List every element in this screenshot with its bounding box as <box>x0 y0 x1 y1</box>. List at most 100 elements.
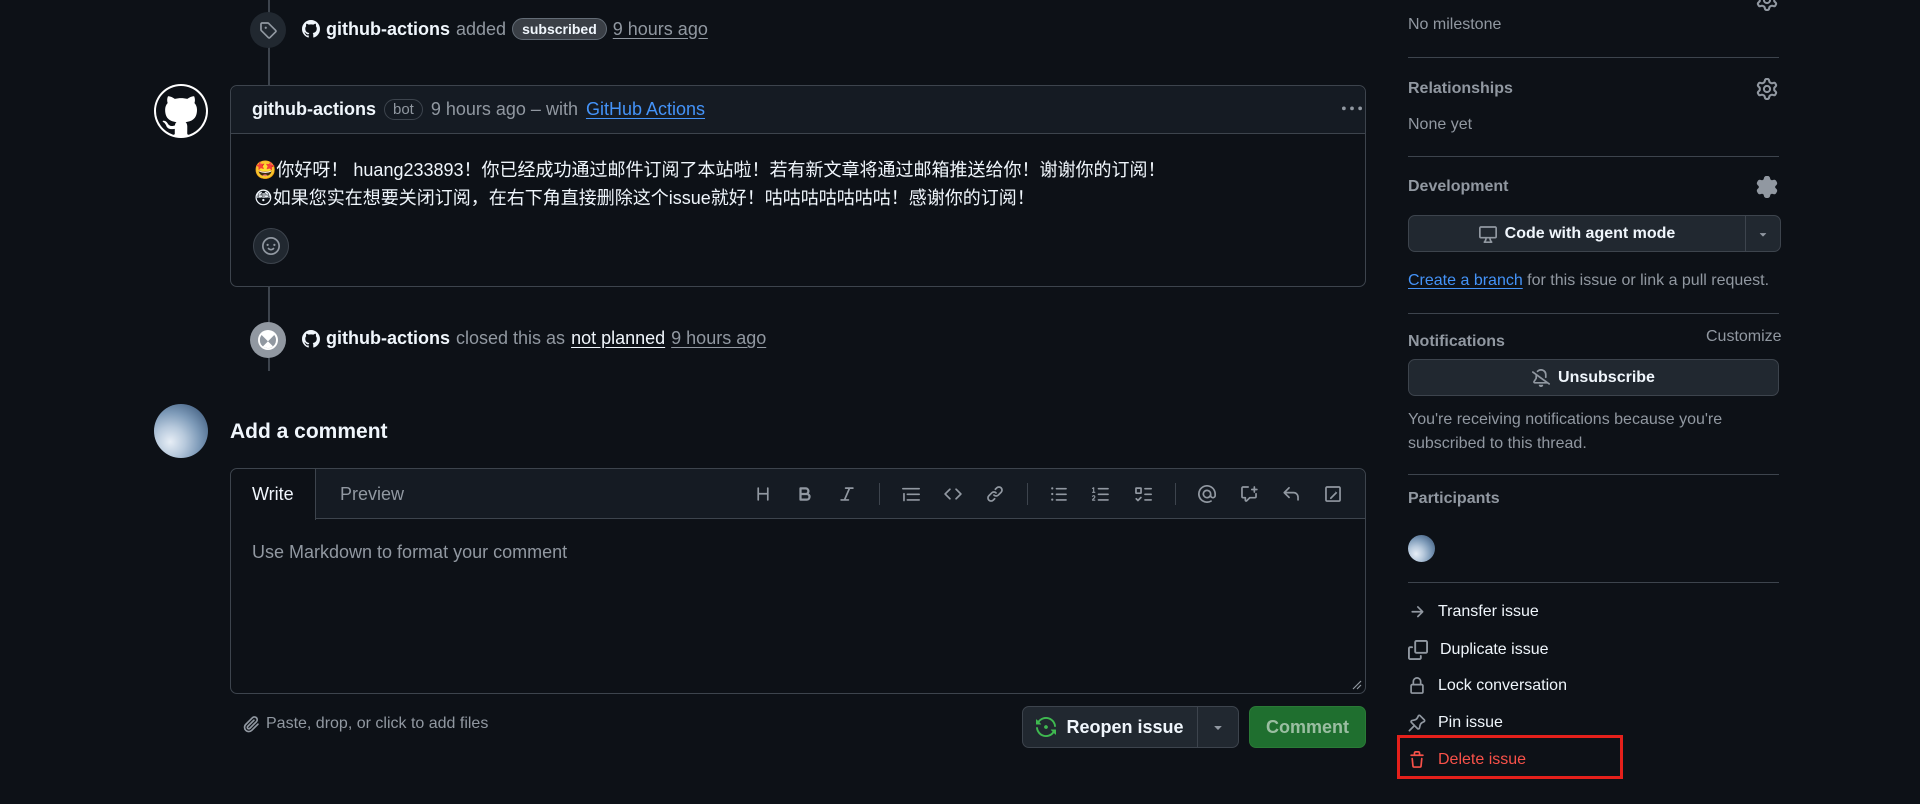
reopen-issue-button[interactable]: Reopen issue <box>1022 706 1198 748</box>
reopen-issue-label: Reopen issue <box>1066 716 1184 737</box>
toolbar-divider <box>1027 483 1028 505</box>
sidebar-divider <box>1408 582 1779 583</box>
unsubscribe-label: Unsubscribe <box>1558 368 1655 386</box>
comment-submit-label: Comment <box>1265 716 1349 737</box>
github-mark-icon <box>156 86 206 135</box>
label-pill-subscribed[interactable]: subscribed <box>512 18 607 40</box>
label-event-badge <box>250 12 286 48</box>
reopen-options-button[interactable] <box>1197 706 1239 748</box>
participants-title: Participants <box>1408 490 1500 507</box>
create-branch-text: Create a branch for this issue or link a… <box>1408 272 1769 290</box>
create-branch-rest: for this issue or link a pull request. <box>1522 272 1770 289</box>
add-reaction-button[interactable] <box>253 228 289 264</box>
lock-conversation-action[interactable]: Lock conversation <box>1408 677 1567 695</box>
notifications-reason-line: subscribed to this thread. <box>1408 435 1587 452</box>
heading-icon[interactable] <box>751 482 775 506</box>
comment-header: github-actions bot 9 hours ago – with Gi… <box>231 86 1365 134</box>
milestone-value: No milestone <box>1408 16 1502 33</box>
github-actions-link[interactable]: GitHub Actions <box>586 99 705 120</box>
label-event: github-actions added subscribed 9 hours … <box>302 18 708 40</box>
toolbar-divider <box>1175 483 1176 505</box>
pin-issue-action[interactable]: Pin issue <box>1408 714 1503 732</box>
tab-preview[interactable]: Preview <box>319 469 425 520</box>
duplicate-issue-label: Duplicate issue <box>1440 641 1549 658</box>
closed-event: github-actions closed this as not planne… <box>302 328 766 349</box>
notifications-reason-line: You're receiving notifications because y… <box>1408 411 1723 428</box>
unsubscribe-button[interactable]: Unsubscribe <box>1408 359 1779 396</box>
code-icon[interactable] <box>941 482 965 506</box>
create-branch-link[interactable]: Create a branch <box>1408 272 1523 289</box>
sidebar-divider <box>1408 57 1779 58</box>
bold-icon[interactable] <box>793 482 817 506</box>
kebab-menu-icon[interactable] <box>1341 98 1363 120</box>
avatar[interactable] <box>154 404 208 458</box>
event-timestamp[interactable]: 9 hours ago <box>671 328 766 349</box>
comment-line: 😳如果您实在想要关闭订阅，在右下角直接删除这个issue就好！咕咕咕咕咕咕咕！感… <box>254 188 1035 208</box>
pin-icon <box>1408 714 1426 732</box>
add-comment-heading: Add a comment <box>230 420 388 443</box>
unordered-list-icon[interactable] <box>1047 482 1071 506</box>
github-mark-icon <box>302 329 320 348</box>
smiley-icon <box>262 237 280 255</box>
paperclip-icon <box>243 716 259 733</box>
duplicate-issue-action[interactable]: Duplicate issue <box>1408 640 1549 660</box>
comment-submit-button[interactable]: Comment <box>1249 706 1366 748</box>
avatar[interactable] <box>154 84 208 138</box>
italic-icon[interactable] <box>835 482 859 506</box>
comment-author[interactable]: github-actions <box>252 99 376 120</box>
toolbar-divider <box>879 483 880 505</box>
tasklist-icon[interactable] <box>1131 482 1155 506</box>
comment-line: 🤩你好呀！ huang233893！你已经成功通过邮件订阅了本站啦！若有新文章将… <box>254 160 1166 180</box>
mention-icon[interactable] <box>1195 482 1219 506</box>
transfer-issue-action[interactable]: Transfer issue <box>1408 603 1539 621</box>
customize-link[interactable]: Customize <box>1706 328 1782 346</box>
gear-icon[interactable] <box>1756 0 1778 11</box>
agent-options-button[interactable] <box>1745 215 1781 252</box>
event-actor[interactable]: github-actions <box>326 19 450 40</box>
event-verb: closed this as <box>456 328 566 348</box>
resize-handle-icon[interactable] <box>1352 680 1362 690</box>
comment-meta: 9 hours ago – with <box>430 99 578 119</box>
github-mark-icon <box>302 20 320 38</box>
comment-body: 🤩你好呀！ huang233893！你已经成功通过邮件订阅了本站啦！若有新文章将… <box>231 134 1365 212</box>
bell-slash-icon <box>1532 368 1551 387</box>
notifications-reason: You're receiving notifications because y… <box>1408 408 1722 456</box>
pin-issue-label: Pin issue <box>1438 714 1503 731</box>
relationships-title[interactable]: Relationships <box>1408 80 1513 98</box>
sidebar-divider <box>1408 313 1779 314</box>
skip-icon <box>258 330 278 350</box>
triangle-down-icon <box>1759 232 1767 237</box>
development-title[interactable]: Development <box>1408 178 1508 196</box>
arrow-right-icon <box>1411 606 1424 618</box>
code-with-agent-label: Code with agent mode <box>1504 224 1676 242</box>
event-actor[interactable]: github-actions <box>326 328 450 349</box>
event-timestamp[interactable]: 9 hours ago <box>613 19 708 40</box>
slash-command-icon[interactable] <box>1321 482 1345 506</box>
editor-tabs: Write Preview <box>231 469 1365 520</box>
gear-icon[interactable] <box>1756 78 1778 100</box>
comment-editor: Write Preview Use Markdown to format you… <box>230 468 1366 694</box>
participant-avatar[interactable] <box>1408 535 1435 562</box>
sidebar-divider <box>1408 474 1779 475</box>
event-verb: added <box>456 18 507 39</box>
reply-icon[interactable] <box>1279 482 1303 506</box>
ordered-list-icon[interactable] <box>1089 482 1113 506</box>
attach-hint-text: Paste, drop, or click to add files <box>266 715 489 732</box>
quote-icon[interactable] <box>899 482 923 506</box>
triangle-down-icon <box>1214 726 1222 730</box>
issue-reopened-icon <box>1036 717 1057 737</box>
attach-files[interactable]: Paste, drop, or click to add files <box>242 715 488 733</box>
tag-icon <box>260 22 277 39</box>
cross-reference-icon[interactable] <box>1237 482 1261 506</box>
issue-comment: github-actions bot 9 hours ago – with Gi… <box>230 85 1366 287</box>
code-with-agent-button[interactable]: Code with agent mode <box>1408 215 1746 252</box>
gear-icon[interactable] <box>1756 176 1778 198</box>
tab-write[interactable]: Write <box>231 469 316 520</box>
close-reason-link[interactable]: not planned <box>571 328 665 349</box>
closed-event-badge <box>250 322 286 358</box>
comment-textarea[interactable]: Use Markdown to format your comment <box>231 519 1365 693</box>
relationships-value: None yet <box>1408 116 1473 133</box>
link-icon[interactable] <box>983 482 1007 506</box>
lock-icon <box>1410 677 1424 694</box>
comment-placeholder: Use Markdown to format your comment <box>252 542 568 562</box>
